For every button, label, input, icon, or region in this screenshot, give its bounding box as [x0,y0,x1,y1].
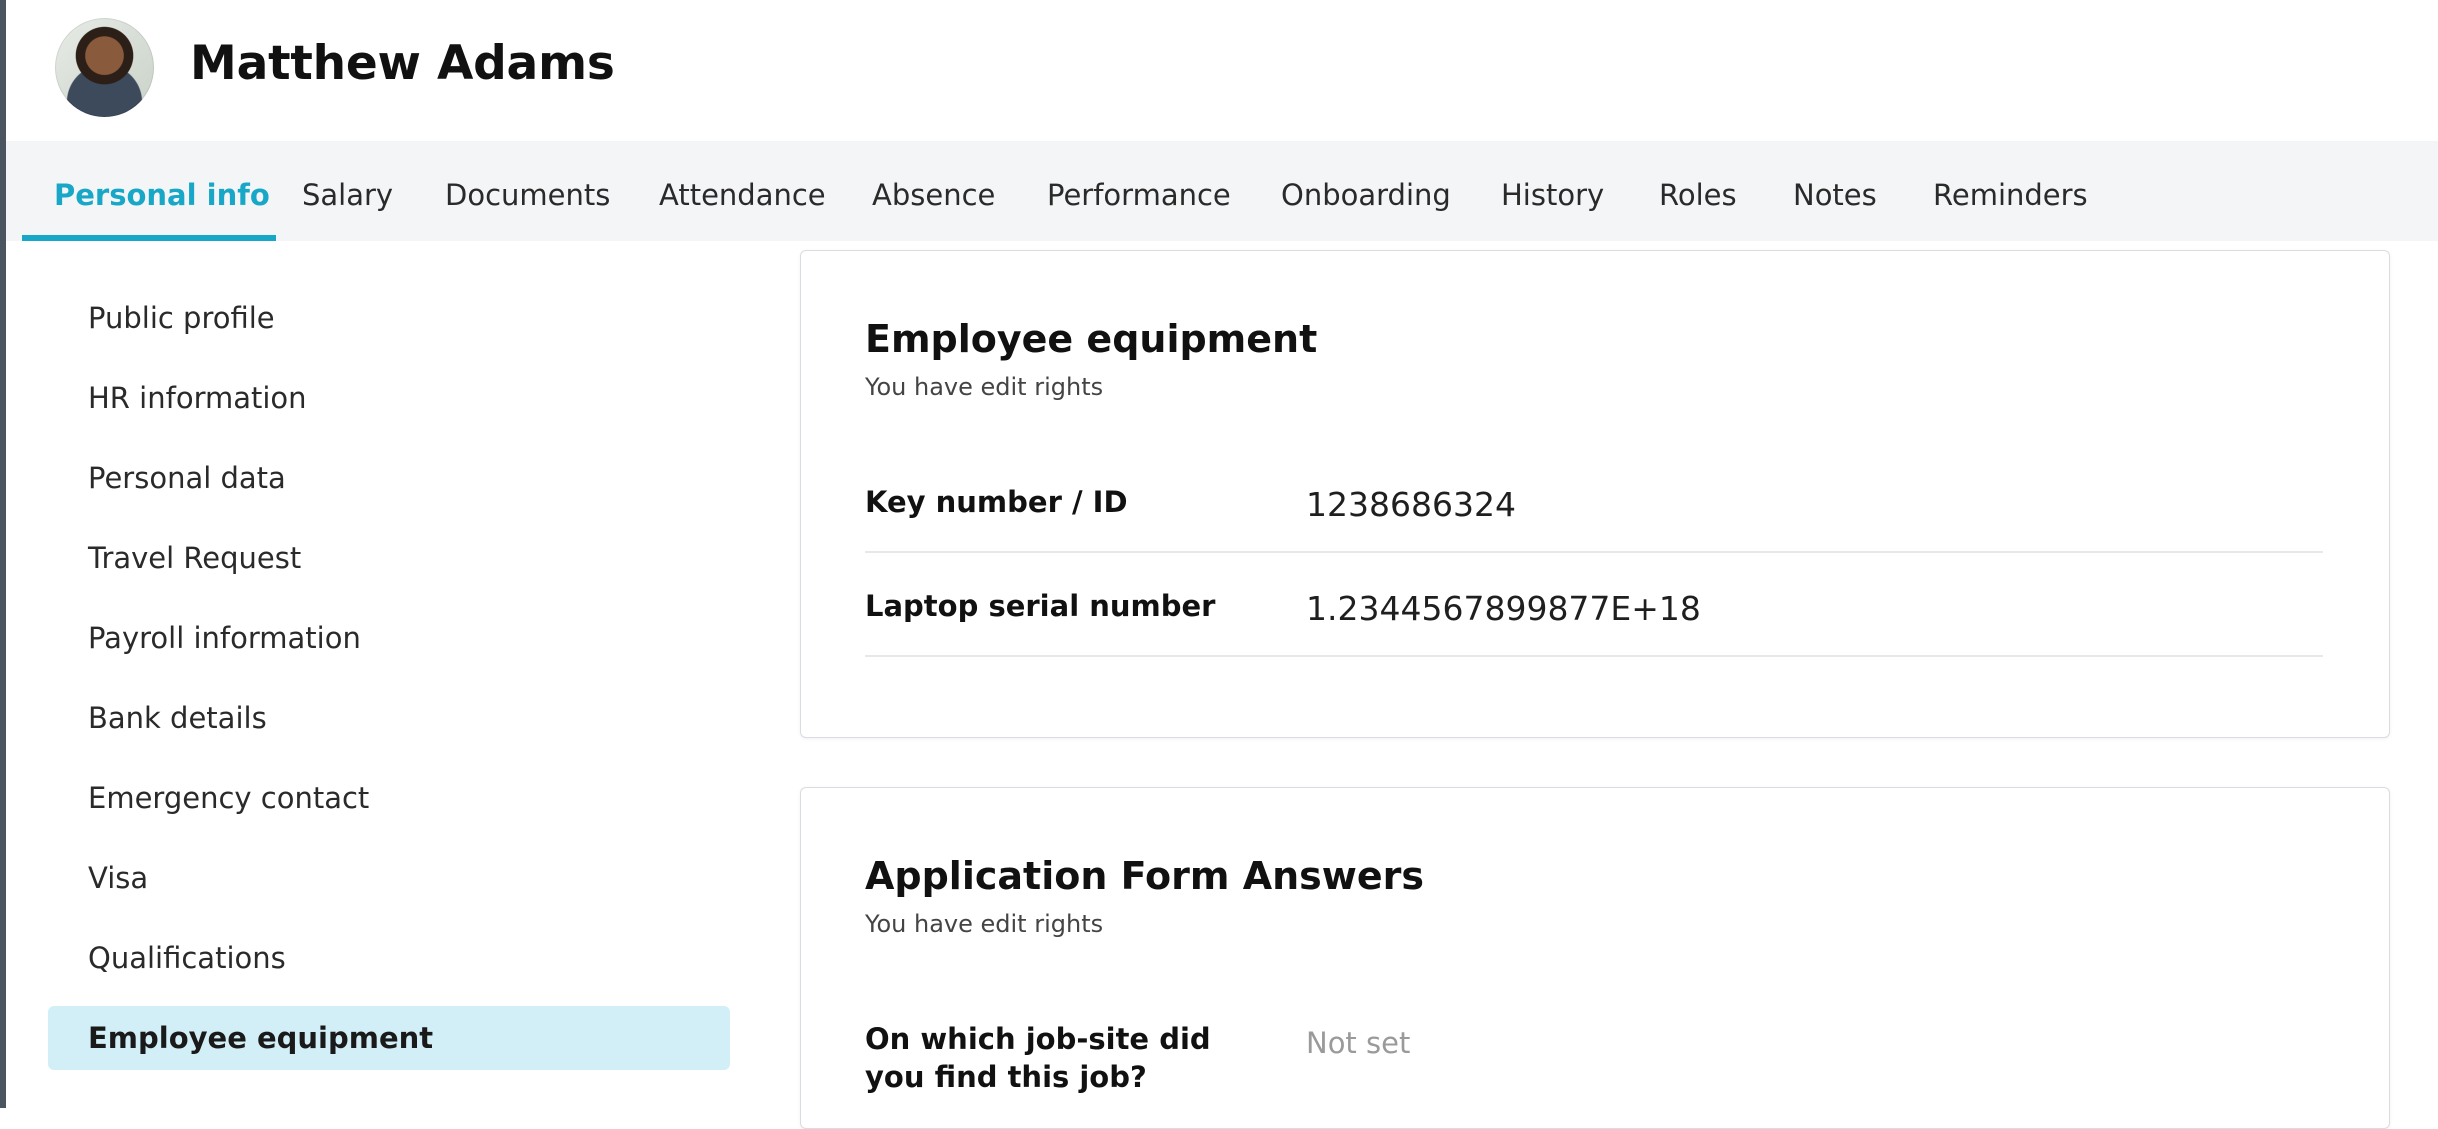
sidebar-item-label: Public profile [88,301,275,335]
sidebar-item-public-profile[interactable]: Public profile [48,286,730,350]
sidebar-item-hr-information[interactable]: HR information [48,366,730,430]
sidebar-item-employee-equipment[interactable]: Employee equipment [48,1006,730,1070]
tab-history[interactable]: History [1501,141,1604,241]
sidebar-item-payroll-information[interactable]: Payroll information [48,606,730,670]
edit-rights-note: You have edit rights [865,373,1104,401]
application-form-answers-card: Application Form Answers You have edit r… [800,787,2390,1129]
field-value-laptop-serial[interactable]: 1.2344567899877E+18 [1306,589,1701,628]
employee-name: Matthew Adams [190,36,615,91]
tab-attendance[interactable]: Attendance [659,141,826,241]
tab-onboarding[interactable]: Onboarding [1281,141,1451,241]
field-value-key-number[interactable]: 1238686324 [1306,485,1516,524]
tab-salary[interactable]: Salary [302,141,393,241]
sidebar-item-label: Qualifications [88,941,286,975]
sidebar-item-label: Payroll information [88,621,361,655]
sidebar-item-label: Emergency contact [88,781,370,815]
tab-performance[interactable]: Performance [1047,141,1231,241]
tab-documents[interactable]: Documents [445,141,610,241]
card-title: Application Form Answers [865,854,1425,898]
active-tab-indicator [22,235,276,241]
sidebar-item-personal-data[interactable]: Personal data [48,446,730,510]
tab-reminders[interactable]: Reminders [1933,141,2088,241]
sidebar-item-label: Employee equipment [88,1021,434,1055]
field-label-key-number: Key number / ID [865,485,1128,519]
avatar[interactable] [55,18,154,117]
sidebar-item-label: Visa [88,861,149,895]
tab-bar: Personal info Salary Documents Attendanc… [6,141,2438,241]
sidebar-item-label: HR information [88,381,307,415]
employee-equipment-card: Employee equipment You have edit rights … [800,250,2390,738]
sidebar-item-label: Bank details [88,701,267,735]
sidebar-item-emergency-contact[interactable]: Emergency contact [48,766,730,830]
sidebar-item-bank-details[interactable]: Bank details [48,686,730,750]
tab-absence[interactable]: Absence [872,141,995,241]
tab-personal-info[interactable]: Personal info [54,141,270,241]
profile-header: Matthew Adams [6,0,2438,141]
tab-notes[interactable]: Notes [1793,141,1877,241]
field-divider [865,655,2323,657]
sidebar-item-label: Personal data [88,461,286,495]
sidebar-item-label: Travel Request [88,541,302,575]
edit-rights-note: You have edit rights [865,910,1104,938]
sidebar-item-partial[interactable] [48,1098,730,1108]
sidebar-item-visa[interactable]: Visa [48,846,730,910]
field-value-job-site[interactable]: Not set [1306,1026,1410,1060]
sidebar-item-travel-request[interactable]: Travel Request [48,526,730,590]
tab-roles[interactable]: Roles [1659,141,1737,241]
field-label-job-site: On which job-site did you find this job? [865,1022,1211,1094]
field-label-laptop-serial: Laptop serial number [865,589,1216,623]
field-divider [865,551,2323,553]
card-title: Employee equipment [865,317,1318,361]
sidebar-item-qualifications[interactable]: Qualifications [48,926,730,990]
